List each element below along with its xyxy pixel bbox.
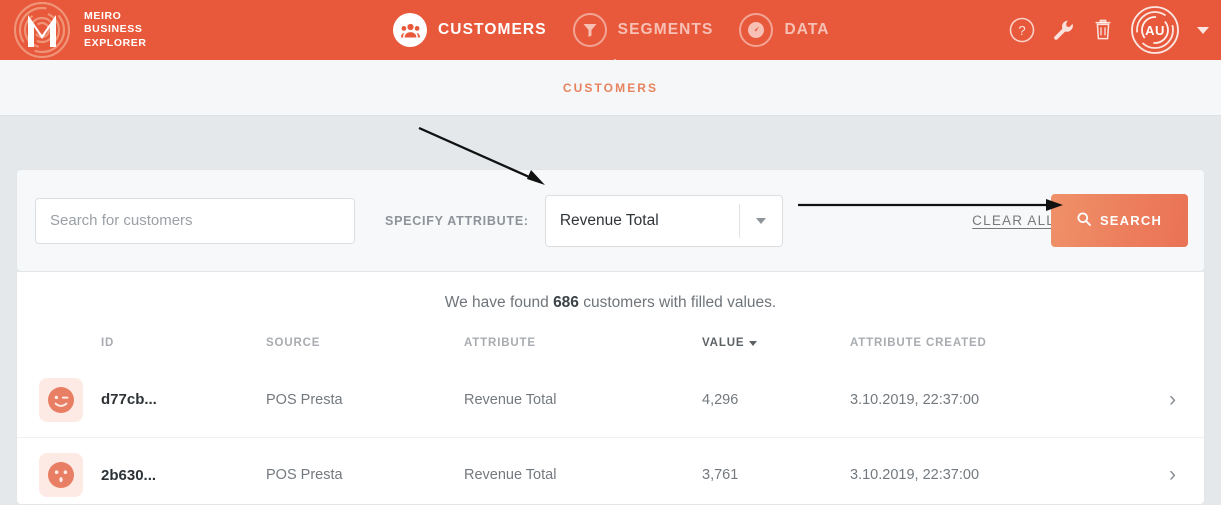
avatar[interactable]: AU <box>1131 6 1179 54</box>
found-count: 686 <box>553 294 579 311</box>
cell-id: 2b630... <box>101 466 157 484</box>
chevron-right-icon[interactable]: › <box>1169 463 1176 487</box>
help-circle-icon[interactable]: ? <box>1009 17 1035 43</box>
table-header-row: ID SOURCE ATTRIBUTE VALUE ATTRIBUTE CREA… <box>17 324 1204 362</box>
found-prefix: We have found <box>444 294 554 311</box>
wrench-icon[interactable] <box>1053 19 1075 41</box>
nav-item-segments[interactable]: Segments <box>572 13 714 47</box>
cell-attribute: Revenue Total <box>464 467 557 483</box>
column-header-value[interactable]: VALUE <box>702 337 850 349</box>
brand-line-3: EXPLORER <box>84 36 147 49</box>
sub-header: CUSTOMERS <box>0 59 1221 116</box>
page-title: CUSTOMERS <box>562 80 659 95</box>
subheader-pointer-icon <box>603 59 627 70</box>
table-row[interactable]: d77cb... POS Presta Revenue Total 4,296 … <box>17 362 1204 437</box>
chevron-down-icon[interactable] <box>740 217 782 224</box>
trash-icon[interactable] <box>1093 19 1113 41</box>
row-avatar <box>39 453 101 497</box>
avatar-initials: AU <box>1145 22 1165 38</box>
column-header-attribute[interactable]: ATTRIBUTE <box>464 337 702 349</box>
people-icon <box>393 13 427 47</box>
surprised-face-icon <box>39 453 83 497</box>
app-root: MEIRO BUSINESS EXPLORER Customer <box>0 0 1221 505</box>
search-panel: SPECIFY ATTRIBUTE: Revenue Total CLEAR A… <box>16 169 1205 272</box>
meiro-maze-logo-icon <box>13 1 71 59</box>
top-header: MEIRO BUSINESS EXPLORER Customer <box>0 0 1221 60</box>
column-header-source[interactable]: SOURCE <box>266 337 464 349</box>
brand-line-2: BUSINESS <box>84 23 143 36</box>
results-panel: We have found 686 customers with filled … <box>16 272 1205 505</box>
nav-label-customers: Customers <box>438 21 547 38</box>
nav-label-segments: Segments <box>617 21 714 38</box>
search-button[interactable]: SEARCH <box>1051 194 1188 247</box>
sort-descending-icon <box>749 340 758 346</box>
gauge-icon <box>739 13 774 47</box>
brand-name: MEIRO BUSINESS EXPLORER <box>84 10 147 50</box>
nav-label-data: Data <box>784 21 830 38</box>
clear-all-button[interactable]: CLEAR ALL <box>972 213 1055 228</box>
cell-created: 3.10.2019, 22:37:00 <box>850 391 980 408</box>
column-header-attribute-created[interactable]: ATTRIBUTE CREATED <box>850 337 1080 349</box>
main-navigation: Customers Segments Data <box>393 0 830 60</box>
funnel-icon <box>572 13 607 47</box>
brand-line-1: MEIRO <box>84 9 122 22</box>
svg-text:?: ? <box>1018 23 1025 38</box>
cell-source: POS Presta <box>266 391 343 408</box>
cell-attribute: Revenue Total <box>464 391 557 408</box>
cell-value: 3,761 <box>702 467 739 483</box>
nav-item-data[interactable]: Data <box>739 13 829 47</box>
chevron-right-icon[interactable]: › <box>1169 388 1176 412</box>
column-header-value-label: VALUE <box>702 337 745 349</box>
column-header-id[interactable]: ID <box>101 337 266 349</box>
found-suffix: customers with filled values. <box>578 294 777 311</box>
header-actions: ? AU <box>1009 0 1209 60</box>
cell-created: 3.10.2019, 22:37:00 <box>850 467 980 483</box>
cell-id: d77cb... <box>101 391 157 408</box>
search-button-label: SEARCH <box>1099 213 1163 228</box>
specify-attribute-label: SPECIFY ATTRIBUTE: <box>385 213 529 228</box>
brand-logo[interactable]: MEIRO BUSINESS EXPLORER <box>0 1 147 59</box>
cell-source: POS Presta <box>266 467 343 483</box>
results-count-text: We have found 686 customers with filled … <box>17 272 1204 312</box>
attribute-dropdown-value: Revenue Total <box>559 211 659 229</box>
row-avatar <box>39 377 101 422</box>
magnifier-icon <box>1077 212 1091 229</box>
winking-face-icon <box>39 377 83 422</box>
table-row[interactable]: 2b630... POS Presta Revenue Total 3,761 … <box>17 437 1204 504</box>
cell-value: 4,296 <box>702 391 739 408</box>
nav-item-customers[interactable]: Customers <box>393 13 547 47</box>
search-input[interactable] <box>35 197 355 244</box>
attribute-dropdown[interactable]: Revenue Total <box>544 194 783 247</box>
chevron-down-icon[interactable] <box>1197 26 1209 34</box>
